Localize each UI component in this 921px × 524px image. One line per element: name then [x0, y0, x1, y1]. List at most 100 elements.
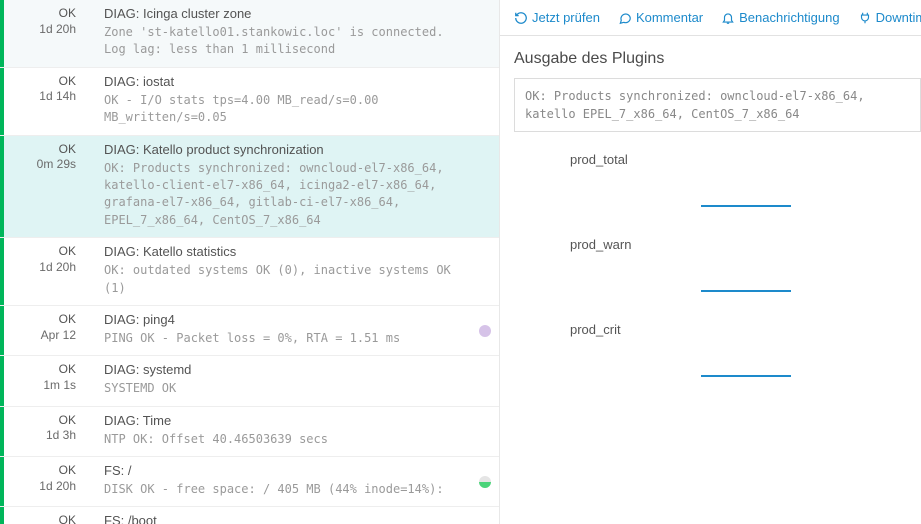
downtime-button[interactable]: Downtime — [858, 10, 921, 25]
status-since: 1m 1s — [10, 378, 76, 394]
indicator-column — [471, 0, 499, 67]
status-label: OK — [10, 244, 76, 260]
status-label: OK — [10, 413, 76, 429]
metric-row: prod_total — [530, 152, 891, 167]
status-column: OK1d 20h — [4, 457, 84, 506]
check-row[interactable]: OK0m 29sDIAG: Katello product synchroniz… — [0, 136, 499, 239]
metric-sparkline — [701, 375, 791, 377]
status-label: OK — [10, 513, 76, 524]
status-since: 1d 20h — [10, 260, 76, 276]
check-output: NTP OK: Offset 40.46503639 secs — [104, 431, 463, 448]
notification-label: Benachrichtigung — [739, 10, 839, 25]
check-row[interactable]: OK1d 20h DIAG: Katello statistics OK: outd… — [0, 238, 499, 306]
status-since: 1d 20h — [10, 22, 76, 38]
metric-name: prod_total — [530, 152, 891, 167]
detail-pane: Jetzt prüfen Kommentar Benachrichtigung — [500, 0, 921, 524]
check-row[interactable]: OKApr 12 DIAG: ping4 PING OK - Packet loss… — [0, 306, 499, 356]
check-output: DISK OK - free space: / 405 MB (44% inod… — [104, 481, 463, 498]
metric-sparkline — [701, 290, 791, 292]
indicator-column — [471, 356, 499, 405]
indicator-column — [471, 457, 499, 506]
check-now-button[interactable]: Jetzt prüfen — [514, 10, 600, 25]
comment-label: Kommentar — [636, 10, 703, 25]
status-label: OK — [10, 74, 76, 90]
check-list-pane: OK1d 20hDIAG: Icinga cluster zoneZone 's… — [0, 0, 500, 524]
check-content: FS: / DISK OK - free space: / 405 MB (44%… — [84, 457, 471, 506]
metric-name: prod_warn — [530, 237, 891, 252]
check-content: DIAG: ping4 PING OK - Packet loss = 0%, R… — [84, 306, 471, 355]
check-content: DIAG: iostat OK - I/O stats tps=4.00 MB_r… — [84, 68, 471, 135]
check-name: DIAG: Icinga cluster zone — [104, 6, 463, 21]
status-column: OK1d 14h — [4, 68, 84, 135]
check-name: DIAG: Katello statistics — [104, 244, 463, 259]
metric-name: prod_crit — [530, 322, 891, 337]
metric-row: prod_warn — [530, 237, 891, 252]
check-content: DIAG: Icinga cluster zone Zone 'st-katell… — [84, 0, 471, 67]
status-column: OK1d 20h — [4, 0, 84, 67]
perfdata-indicator-icon — [479, 476, 491, 488]
indicator-column — [471, 306, 499, 355]
check-name: DIAG: systemd — [104, 362, 463, 377]
indicator-column — [471, 507, 499, 524]
check-row[interactable]: OK1m 1s DIAG: systemd SYSTEMD OK — [0, 356, 499, 406]
check-output: OK: outdated systems OK (0), inactive sy… — [104, 262, 463, 297]
check-name: DIAG: ping4 — [104, 312, 463, 327]
notification-button[interactable]: Benachrichtigung — [721, 10, 839, 25]
perfdata-indicator-icon — [479, 325, 491, 337]
downtime-label: Downtime — [876, 10, 921, 25]
status-column: OK1d 3h — [4, 407, 84, 456]
check-name: DIAG: Time — [104, 413, 463, 428]
check-output: PING OK - Packet loss = 0%, RTA = 1.51 m… — [104, 330, 463, 347]
check-output: Zone 'st-katello01.stankowic.loc' is con… — [104, 24, 463, 59]
check-row[interactable]: OK1d 19hFS: /bootDISK OK - free space: /… — [0, 507, 499, 524]
metric-row: prod_crit — [530, 322, 891, 337]
refresh-icon — [514, 11, 528, 25]
indicator-column — [471, 68, 499, 135]
status-since: 1d 20h — [10, 479, 76, 495]
check-name: FS: /boot — [104, 513, 463, 524]
plug-icon — [858, 11, 872, 25]
status-label: OK — [10, 362, 76, 378]
metrics-section: prod_total prod_warn prod_crit — [500, 142, 921, 417]
check-output: SYSTEMD OK — [104, 380, 463, 397]
action-bar: Jetzt prüfen Kommentar Benachrichtigung — [500, 0, 921, 36]
check-content: DIAG: Time NTP OK: Offset 40.46503639 sec… — [84, 407, 471, 456]
check-row[interactable]: OK1d 20h FS: / DISK OK - free space: / 405… — [0, 457, 499, 507]
status-since: 0m 29s — [10, 157, 76, 173]
metric-sparkline — [701, 205, 791, 207]
status-label: OK — [10, 142, 76, 158]
check-content: FS: /bootDISK OK - free space: /boot 59 … — [84, 507, 471, 524]
indicator-column — [471, 407, 499, 456]
check-row[interactable]: OK1d 3h DIAG: Time NTP OK: Offset 40.46503… — [0, 407, 499, 457]
check-output: OK: Products synchronized: owncloud-el7-… — [104, 160, 463, 230]
check-name: FS: / — [104, 463, 463, 478]
check-output: OK - I/O stats tps=4.00 MB_read/s=0.00 M… — [104, 92, 463, 127]
status-since: 1d 14h — [10, 89, 76, 105]
check-content: DIAG: systemd SYSTEMD OK — [84, 356, 471, 405]
status-column: OK1d 19h — [4, 507, 84, 524]
check-name: DIAG: iostat — [104, 74, 463, 89]
check-row[interactable]: OK1d 14h DIAG: iostat OK - I/O stats tps=4… — [0, 68, 499, 136]
bell-icon — [721, 11, 735, 25]
speech-bubble-icon — [618, 11, 632, 25]
check-content: DIAG: Katello product synchronization OK:… — [84, 136, 471, 238]
comment-button[interactable]: Kommentar — [618, 10, 703, 25]
status-column: OK0m 29s — [4, 136, 84, 238]
check-name: DIAG: Katello product synchronization — [104, 142, 463, 157]
status-since: Apr 12 — [10, 328, 76, 344]
plugin-output-title: Ausgabe des Plugins — [514, 50, 921, 68]
check-content: DIAG: Katello statistics OK: outdated sys… — [84, 238, 471, 305]
check-now-label: Jetzt prüfen — [532, 10, 600, 25]
plugin-output-section: Ausgabe des Plugins OK: Products synchro… — [500, 36, 921, 142]
plugin-output-text: OK: Products synchronized: owncloud-el7-… — [514, 78, 921, 132]
status-label: OK — [10, 312, 76, 328]
status-column: OKApr 12 — [4, 306, 84, 355]
status-label: OK — [10, 6, 76, 22]
status-label: OK — [10, 463, 76, 479]
status-column: OK1m 1s — [4, 356, 84, 405]
indicator-column — [471, 238, 499, 305]
status-since: 1d 3h — [10, 428, 76, 444]
status-column: OK1d 20h — [4, 238, 84, 305]
indicator-column — [471, 136, 499, 238]
check-row[interactable]: OK1d 20h DIAG: Icinga cluster zone Zone 's… — [0, 0, 499, 68]
